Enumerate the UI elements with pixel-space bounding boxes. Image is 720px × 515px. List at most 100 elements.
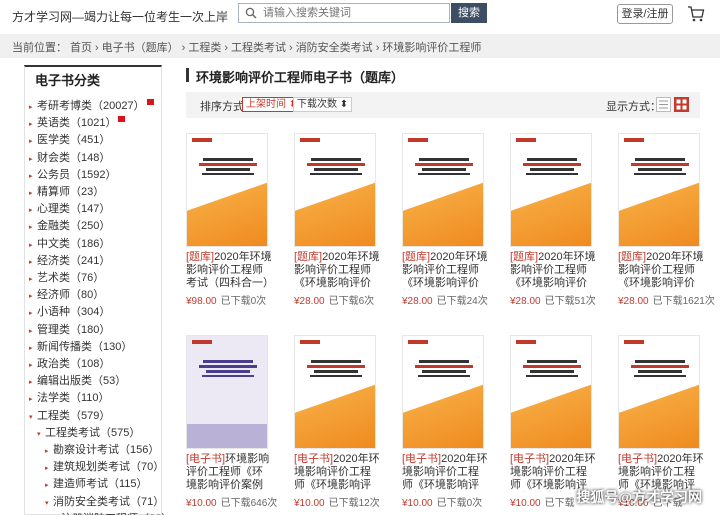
product-title[interactable]: [题库]2020年环境影响评价工程师《环境影响评价技术方法》 <box>402 251 488 290</box>
sort-by-downloads[interactable]: 下载次数 ⬍ <box>293 97 353 112</box>
sidebar-category-item[interactable]: ▸ 金融类（250） <box>29 218 110 234</box>
sidebar-category-item[interactable]: ▾ 消防安全类考试（71） <box>45 494 164 510</box>
book-cover-image[interactable] <box>294 335 376 449</box>
sidebar-category-label: 建造师考试（115） <box>53 478 148 491</box>
breadcrumb-engineering[interactable]: 工程类 <box>188 42 221 54</box>
download-count: 已下载0次 <box>436 498 483 509</box>
expanded-arrow-icon: ▾ <box>29 413 33 421</box>
grid-view-icon[interactable] <box>674 97 689 112</box>
sidebar-category-item[interactable]: ▸ 经济类（241） <box>29 253 110 269</box>
book-cover-image[interactable] <box>186 133 268 247</box>
product-type-tag: [题库] <box>294 251 323 263</box>
sidebar-category-item[interactable]: ▸ 英语类（1021） <box>29 115 126 131</box>
sidebar-category-item[interactable]: ▸ 管理类（180） <box>29 322 110 338</box>
download-count: 已下载12次 <box>328 498 380 509</box>
book-cover-image[interactable] <box>510 335 592 449</box>
sidebar-category-item[interactable]: ▸注册消防工程师（26） <box>53 511 172 515</box>
book-cover-image[interactable] <box>186 335 268 449</box>
cover-accent <box>187 424 267 448</box>
product-type-tag: [电子书] <box>618 453 658 465</box>
product-meta: ¥10.00 已下载12次 <box>294 494 384 509</box>
sidebar-category-item[interactable]: ▾ 工程类（579） <box>29 408 110 424</box>
breadcrumb-ebooks[interactable]: 电子书（题库） <box>102 42 179 54</box>
collapsed-arrow-icon: ▸ <box>29 276 33 283</box>
product-type-tag: [题库] <box>618 251 647 263</box>
product-title[interactable]: [题库]2020年环境影响评价工程师《环境影响评价案例分析》 <box>618 251 704 290</box>
cover-accent <box>511 182 591 246</box>
sidebar-category-item[interactable]: ▸ 财会类（148） <box>29 150 110 166</box>
book-cover-image[interactable] <box>618 335 700 449</box>
sidebar-category-item[interactable]: ▸ 艺术类（76） <box>29 270 104 286</box>
download-count: 已下载0次 <box>220 296 267 307</box>
product-price: ¥10.00 <box>402 498 433 509</box>
sidebar-category-item[interactable]: ▸ 医学类（451） <box>29 132 110 148</box>
sidebar-category-item[interactable]: ▸ 精算师（23） <box>29 184 104 200</box>
sidebar-category-item[interactable]: ▸ 建造师考试（115） <box>45 476 148 492</box>
book-cover-image[interactable] <box>618 133 700 247</box>
product-meta: ¥28.00 已下载6次 <box>294 292 384 307</box>
breadcrumb-separator: › <box>289 42 293 54</box>
collapsed-arrow-icon: ▸ <box>29 327 33 335</box>
sidebar-category-label: 小语种（304） <box>37 306 111 319</box>
sidebar-category-item[interactable]: ▸ 中文类（186） <box>29 236 110 252</box>
sidebar-category-item[interactable]: ▸ 小语种（304） <box>29 304 110 320</box>
sidebar-category-item[interactable]: ▸ 心理类（147） <box>29 201 110 217</box>
search-icon <box>245 7 257 19</box>
breadcrumb-fire-safety[interactable]: 消防安全类考试 <box>296 42 373 54</box>
product-price: ¥10.00 <box>186 498 217 509</box>
book-cover-image[interactable] <box>510 133 592 247</box>
sidebar-category-item[interactable]: ▸ 勘察设计考试（156） <box>45 442 159 458</box>
cover-title-lines <box>629 158 691 177</box>
publisher-logo <box>624 138 644 142</box>
sidebar-category-item[interactable]: ▸ 政治类（108） <box>29 356 110 372</box>
product-title[interactable]: [题库]2020年环境影响评价工程师考试（四科合一）题库 <box>186 251 272 290</box>
sidebar-category-item[interactable]: ▸ 经济师（80） <box>29 287 104 303</box>
collapsed-arrow-icon: ▸ <box>29 172 33 180</box>
breadcrumb-engineering-exam[interactable]: 工程类考试 <box>231 42 286 54</box>
login-register-button[interactable]: 登录/注册 <box>617 4 673 24</box>
sidebar-category-item[interactable]: ▸ 法学类（110） <box>29 390 110 406</box>
sidebar-category-item[interactable]: ▾ 工程类考试（575） <box>37 425 140 441</box>
sidebar-category-item[interactable]: ▸ 公务员（1592） <box>29 167 116 183</box>
site-title[interactable]: 方才学习网—竭力让每一位考生一次上岸 <box>12 8 228 25</box>
sidebar-category-label: 公务员（1592） <box>37 168 117 181</box>
product-meta: ¥28.00 已下载51次 <box>510 292 600 307</box>
collapsed-arrow-icon: ▸ <box>45 482 49 490</box>
sidebar-category-label: 考研考博类（20027） <box>37 100 145 112</box>
hot-flag-icon <box>146 99 154 105</box>
sidebar-category-label: 编辑出版类（53） <box>37 375 127 388</box>
product-type-tag: [题库] <box>402 251 431 263</box>
search-box[interactable] <box>238 3 450 23</box>
sidebar-category-label: 金融类（250） <box>37 220 111 233</box>
product-title[interactable]: [题库]2020年环境影响评价工程师《环境影响评价技术导则与 <box>294 251 380 290</box>
product-type-tag: [题库] <box>186 251 215 263</box>
list-view-icon[interactable] <box>656 97 671 112</box>
product-title[interactable]: [电子书]2020年环境影响评价工程师《环境影响评价技术方 <box>294 453 380 492</box>
sidebar-category-item[interactable]: ▸ 考研考博类（20027） <box>29 98 154 114</box>
publisher-logo <box>408 138 428 142</box>
product-type-tag: [电子书] <box>402 453 442 465</box>
collapsed-arrow-icon: ▸ <box>29 121 33 129</box>
search-button[interactable]: 搜索 <box>451 3 487 23</box>
product-title[interactable]: [题库]2020年环境影响评价工程师《环境影响评价相关法律法 <box>510 251 596 290</box>
product-title[interactable]: [电子书]2020年环境影响评价工程师《环境影响评价技术导则 <box>402 453 488 492</box>
cover-title-lines <box>305 360 367 379</box>
cover-title-lines <box>197 158 259 177</box>
breadcrumb-home[interactable]: 首页 <box>70 42 92 54</box>
sidebar-category-item[interactable]: ▸ 新闻传播类（130） <box>29 339 132 355</box>
sidebar-category-item[interactable]: ▸ 建筑规划类考试（70） <box>45 459 164 475</box>
book-cover-image[interactable] <box>402 335 484 449</box>
collapsed-arrow-icon: ▸ <box>45 465 49 473</box>
cover-title-lines <box>197 360 259 379</box>
book-cover-image[interactable] <box>402 133 484 247</box>
product-title[interactable]: [电子书]环境影响评价工程师《环境影响评价案例分析》历年 <box>186 453 272 492</box>
sidebar-category-item[interactable]: ▸ 编辑出版类（53） <box>29 373 126 389</box>
collapsed-arrow-icon: ▸ <box>29 190 33 197</box>
book-cover-image[interactable] <box>294 133 376 247</box>
download-count: 已下载24次 <box>436 296 488 307</box>
product-type-tag: [电子书] <box>294 453 334 465</box>
shopping-cart-icon[interactable] <box>687 5 705 23</box>
search-input[interactable] <box>263 5 447 21</box>
product-meta: ¥98.00 已下载0次 <box>186 292 276 307</box>
sidebar-category-label: 管理类（180） <box>37 323 111 336</box>
